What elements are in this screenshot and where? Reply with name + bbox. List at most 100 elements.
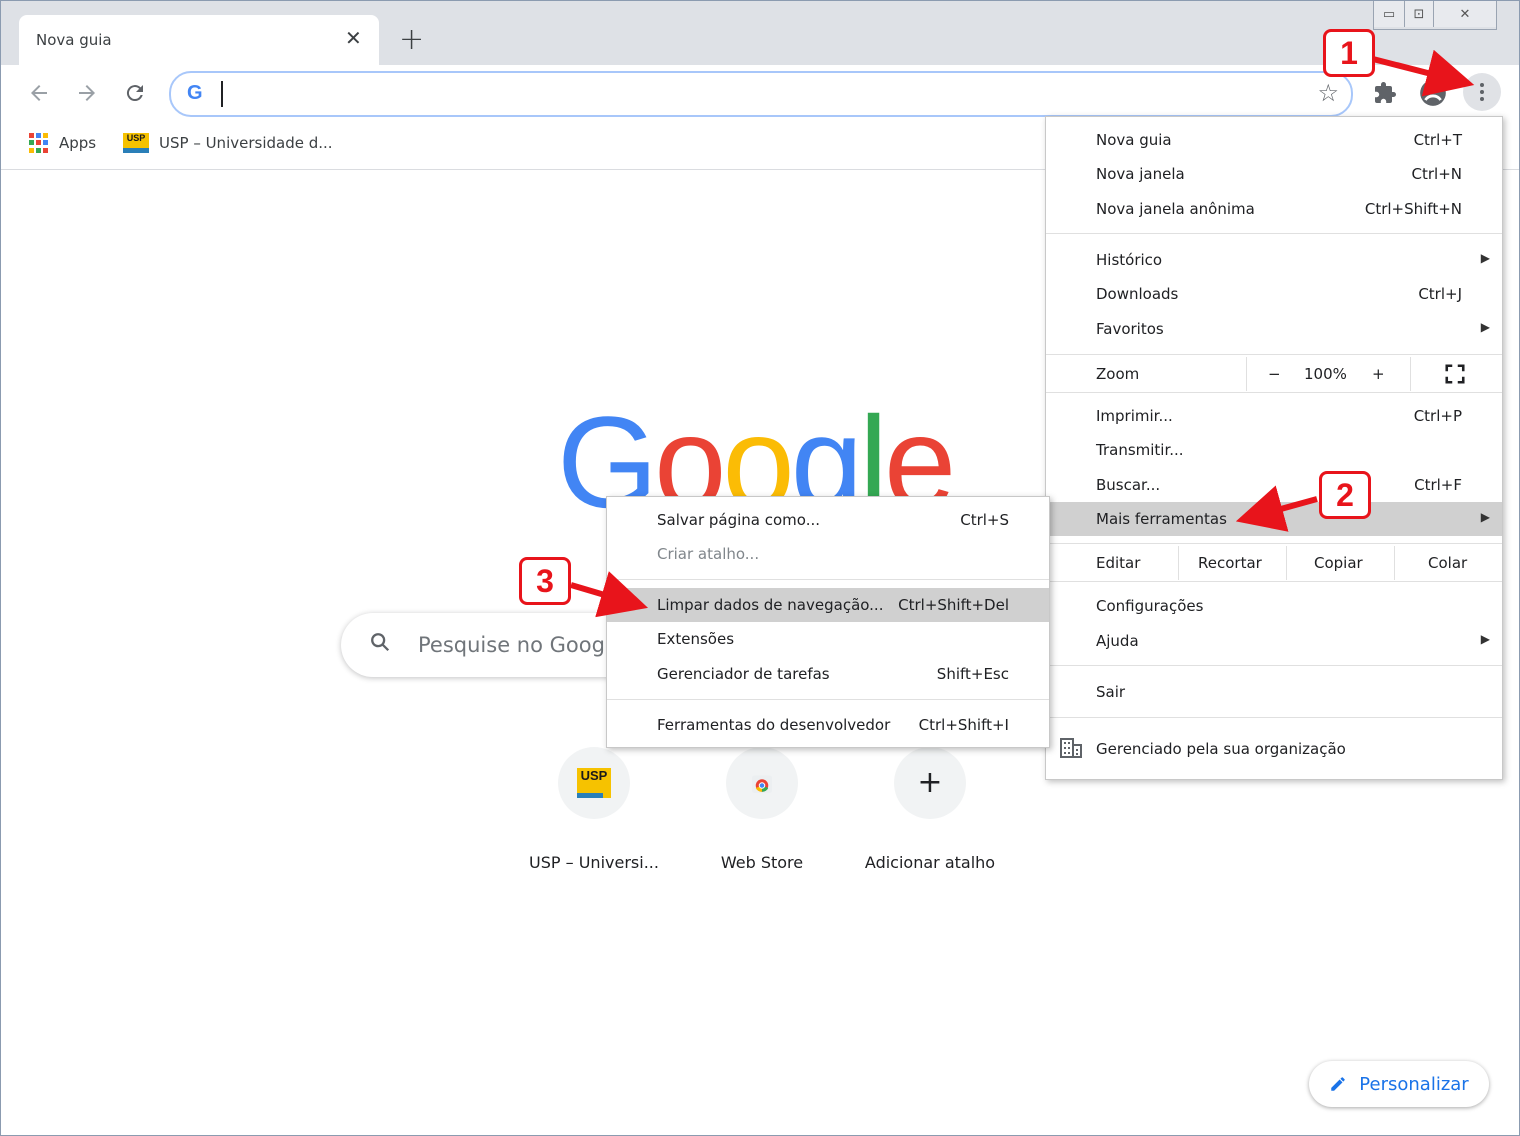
menu-item-new-tab[interactable]: Nova guia Ctrl+T [1046,123,1502,157]
menu-label: Sair [1096,683,1126,701]
submenu-item-extensions[interactable]: Extensões [607,622,1049,656]
menu-separator [1046,581,1502,582]
menu-item-cast[interactable]: Transmitir... [1046,433,1502,467]
customize-label: Personalizar [1359,1073,1469,1095]
menu-label: Zoom [1096,365,1140,383]
menu-item-managed[interactable]: Gerenciado pela sua organização [1046,732,1502,766]
chrome-menu-button[interactable] [1463,73,1501,111]
menu-label: Imprimir... [1096,407,1173,425]
submenu-item-dev-tools[interactable]: Ferramentas do desenvolvedor Ctrl+Shift+… [607,708,1049,742]
menu-separator [1046,233,1502,234]
usp-favicon: USP [123,133,149,153]
profile-avatar-icon[interactable] [1417,77,1449,109]
menu-label: Configurações [1096,597,1204,615]
shortcut-usp[interactable]: USP USP – Universi... [509,747,679,872]
forward-arrow-icon[interactable] [71,77,103,109]
back-arrow-icon[interactable] [23,77,55,109]
menu-label: Favoritos [1096,320,1164,338]
menu-separator [607,579,1049,580]
add-shortcut-icon: + [894,747,966,819]
submenu-item-clear-browsing-data[interactable]: Limpar dados de navegação... Ctrl+Shift+… [607,588,1049,622]
close-window-button[interactable]: ✕ [1433,1,1496,27]
reload-icon[interactable] [119,77,151,109]
menu-shortcut: Ctrl+Shift+N [1364,200,1462,218]
menu-item-more-tools[interactable]: Mais ferramentas ▶ [1046,502,1502,536]
shortcut-icon: USP [558,747,630,819]
menu-separator [607,699,1049,700]
submenu-item-task-manager[interactable]: Gerenciador de tarefas Shift+Esc [607,657,1049,691]
minimize-button[interactable]: ▭ [1374,1,1404,27]
dot-icon [1480,97,1484,101]
menu-item-incognito[interactable]: Nova janela anônima Ctrl+Shift+N [1046,192,1502,226]
menu-item-help[interactable]: Ajuda ▶ [1046,624,1502,658]
bookmark-label: Apps [59,134,97,152]
menu-item-history[interactable]: Histórico ▶ [1046,243,1502,277]
tab-title: Nova guia [36,31,112,49]
submenu-arrow-icon: ▶ [1480,510,1490,524]
callout-3: 3 [519,557,571,605]
edit-divider [1286,546,1287,580]
paste-button[interactable]: Colar [1428,554,1467,572]
restore-button[interactable]: ⊡ [1404,1,1433,27]
submenu-item-create-shortcut[interactable]: Criar atalho... [607,537,1049,571]
menu-label: Ferramentas do desenvolvedor [657,716,891,734]
more-tools-submenu: Salvar página como... Ctrl+S Criar atalh… [606,496,1050,748]
cut-button[interactable]: Recortar [1198,554,1262,572]
menu-item-settings[interactable]: Configurações [1046,589,1502,623]
menu-item-print[interactable]: Imprimir... Ctrl+P [1046,399,1502,433]
menu-separator [1046,354,1502,355]
submenu-arrow-icon: ▶ [1480,320,1490,334]
window-controls: ▭ ⊡ ✕ [1373,1,1497,30]
zoom-divider [1246,357,1247,391]
zoom-in-button[interactable]: + [1372,365,1385,383]
submenu-item-save-page[interactable]: Salvar página como... Ctrl+S [607,503,1049,537]
menu-item-favorites[interactable]: Favoritos ▶ [1046,312,1502,346]
menu-label: Limpar dados de navegação... [657,596,884,614]
menu-item-exit[interactable]: Sair [1046,675,1502,709]
bookmark-usp[interactable]: USP USP – Universidade d... [123,133,333,153]
plus-icon: + [917,765,943,800]
menu-item-zoom: Zoom − 100% + [1046,357,1502,391]
menu-separator [1046,717,1502,718]
menu-shortcut: Ctrl+Shift+Del [898,596,1009,614]
shortcut-web-store[interactable]: Web Store [677,747,847,872]
bookmark-apps[interactable]: Apps [29,133,96,153]
tab-close-icon[interactable]: ✕ [345,28,362,48]
menu-shortcut: Ctrl+P [1413,407,1462,425]
zoom-out-button[interactable]: − [1268,365,1281,383]
menu-label: Nova janela anônima [1096,200,1255,218]
dot-icon [1480,83,1484,87]
menu-label: Criar atalho... [657,545,760,563]
bookmark-star-icon[interactable]: ☆ [1317,79,1339,107]
menu-item-new-window[interactable]: Nova janela Ctrl+N [1046,157,1502,191]
search-placeholder: Pesquise no Google [418,633,624,657]
menu-item-edit: Editar Recortar Copiar Colar [1046,546,1502,580]
shortcut-add[interactable]: + Adicionar atalho [845,747,1015,872]
menu-label: Nova janela [1096,165,1185,183]
menu-shortcut: Ctrl+J [1418,285,1462,303]
copy-button[interactable]: Copiar [1314,554,1363,572]
menu-shortcut: Ctrl+Shift+I [918,716,1009,734]
menu-label: Mais ferramentas [1096,510,1227,528]
zoom-divider [1410,357,1411,391]
menu-shortcut: Ctrl+N [1411,165,1462,183]
shortcut-label: Web Store [720,853,804,872]
address-bar[interactable]: G ☆ [169,71,1353,117]
dot-icon [1480,90,1484,94]
search-icon [369,631,391,659]
menu-item-downloads[interactable]: Downloads Ctrl+J [1046,277,1502,311]
menu-label: Nova guia [1096,131,1172,149]
shortcut-label: Adicionar atalho [864,853,996,872]
tab-nova-guia[interactable]: Nova guia ✕ [19,15,379,67]
edit-divider [1178,546,1179,580]
text-cursor [221,81,223,107]
menu-label: Extensões [657,630,735,648]
shortcut-label: USP – Universi... [529,853,659,872]
menu-item-find[interactable]: Buscar... Ctrl+F [1046,468,1502,502]
menu-separator [1046,665,1502,666]
extensions-puzzle-icon[interactable] [1369,77,1401,109]
customize-button[interactable]: Personalizar [1309,1061,1489,1107]
fullscreen-icon[interactable] [1444,363,1466,389]
google-g-icon: G [187,82,203,104]
new-tab-button[interactable]: + [399,25,424,55]
